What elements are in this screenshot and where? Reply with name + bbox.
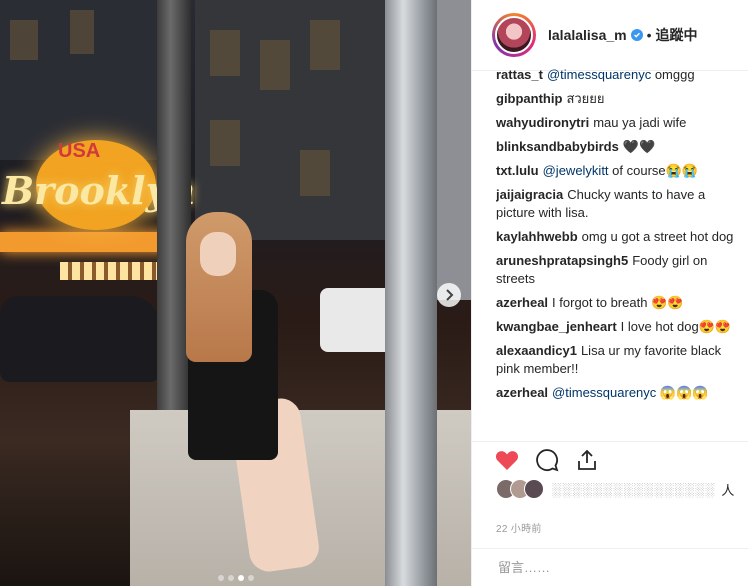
window xyxy=(210,30,240,76)
comment-text: omggg xyxy=(651,67,695,82)
comment-username[interactable]: azerheal xyxy=(496,295,548,310)
comment-button[interactable] xyxy=(534,447,560,473)
likes-suffix: 人 xyxy=(721,482,735,498)
likes-blurred-text: ░░░░░░░░░░░░░░░░ xyxy=(552,481,716,497)
pole-right xyxy=(385,0,437,586)
separator: • xyxy=(646,27,652,43)
heart-icon xyxy=(495,451,519,470)
action-bar xyxy=(472,441,748,478)
window xyxy=(70,10,94,54)
like-button[interactable] xyxy=(494,447,520,473)
comment-text: omg u got a street hot dog xyxy=(581,229,734,244)
comment-text: mau ya jadi wife xyxy=(593,115,687,130)
pagination-dot xyxy=(217,575,224,581)
likes-summary[interactable]: ░░░░░░░░░░░░░░░░ 人 xyxy=(496,478,746,500)
comment-mention[interactable]: @jewelykitt xyxy=(543,163,609,178)
comment-mention[interactable]: @timessquarenyc xyxy=(552,385,656,400)
comment-input[interactable] xyxy=(496,559,720,576)
comment-list: rattas_t @timessquarenyc omggg gibpanthip ส… xyxy=(496,66,741,438)
comment-item: alexaandicy1 Lisa ur my favorite black pi… xyxy=(496,342,741,378)
share-icon xyxy=(578,449,596,470)
pagination-dot xyxy=(247,575,254,581)
window xyxy=(210,120,240,166)
comment-item: kaylahhwebb omg u got a street hot dog xyxy=(496,228,741,246)
chevron-right-icon xyxy=(446,289,454,301)
comment-item: azerheal @timessquarenyc 😱😱😱 xyxy=(496,384,741,402)
liker-avatar xyxy=(524,479,544,499)
window xyxy=(310,20,340,70)
comment-icon xyxy=(536,449,559,472)
comment-mention[interactable]: @timessquarenyc xyxy=(547,67,651,82)
next-photo-button[interactable] xyxy=(437,283,461,307)
comment-item: rattas_t @timessquarenyc omggg xyxy=(496,66,741,84)
comment-item: kwangbae_jenheart I love hot dog😍😍 xyxy=(496,318,741,336)
following-button[interactable]: 追蹤中 xyxy=(656,25,698,45)
comment-item: wahyudironytri mau ya jadi wife xyxy=(496,114,741,132)
comment-username[interactable]: txt.lulu xyxy=(496,163,539,178)
comment-username[interactable]: jaijaigracia xyxy=(496,187,563,202)
comment-username[interactable]: alexaandicy1 xyxy=(496,343,577,358)
person-face xyxy=(200,232,236,276)
comment-text: 🖤🖤 xyxy=(622,139,656,154)
comment-item: jaijaigracia Chucky wants to have a pictu… xyxy=(496,186,741,222)
comment-item: blinksandbabybirds 🖤🖤 xyxy=(496,138,741,156)
street-lights xyxy=(60,262,170,280)
comment-username[interactable]: wahyudironytri xyxy=(496,115,589,130)
verified-icon xyxy=(630,29,643,41)
comment-item: txt.lulu @jewelykitt of course😭😭 xyxy=(496,162,741,180)
pagination-dot xyxy=(237,575,244,581)
comment-item: aruneshpratapsingh5 Foody girl on streets xyxy=(496,252,741,288)
comment-text: of course😭😭 xyxy=(608,163,699,178)
suv-car xyxy=(0,296,160,382)
white-truck xyxy=(320,288,394,352)
comment-text: สวยยย xyxy=(566,91,605,106)
comment-text: 😱😱😱 xyxy=(656,385,709,400)
avatar[interactable] xyxy=(492,13,536,57)
comment-text: I love hot dog😍😍 xyxy=(620,319,732,334)
marquee-lights xyxy=(0,232,170,252)
share-button[interactable] xyxy=(574,447,600,473)
comment-username[interactable]: kwangbae_jenheart xyxy=(496,319,617,334)
post-photo[interactable]: USA Brooklyn xyxy=(0,0,471,586)
comment-box xyxy=(472,548,748,586)
comment-item: gibpanthip สวยยย xyxy=(496,90,741,108)
comment-username[interactable]: rattas_t xyxy=(496,67,543,82)
comment-username[interactable]: kaylahhwebb xyxy=(496,229,578,244)
post-side-panel: lalalalisa_m • 追蹤中 rattas_t @timessquaren… xyxy=(471,0,748,586)
window xyxy=(10,20,38,60)
comment-username[interactable]: blinksandbabybirds xyxy=(496,139,619,154)
comment-username[interactable]: aruneshpratapsingh5 xyxy=(496,253,628,268)
username-link[interactable]: lalalalisa_m xyxy=(548,27,627,43)
post-header: lalalalisa_m • 追蹤中 xyxy=(472,0,748,71)
avatar-image xyxy=(495,16,533,54)
post-timestamp[interactable]: 22 小時前 xyxy=(496,520,542,535)
window xyxy=(300,150,330,196)
photo-pagination xyxy=(0,575,471,581)
pagination-dot xyxy=(227,575,234,581)
comment-item: azerheal I forgot to breath 😍😍 xyxy=(496,294,741,312)
window xyxy=(260,40,290,90)
comment-text: I forgot to breath 😍😍 xyxy=(552,295,684,310)
comment-username[interactable]: gibpanthip xyxy=(496,91,562,106)
comment-username[interactable]: azerheal xyxy=(496,385,548,400)
neon-sign-usa: USA xyxy=(58,140,101,162)
